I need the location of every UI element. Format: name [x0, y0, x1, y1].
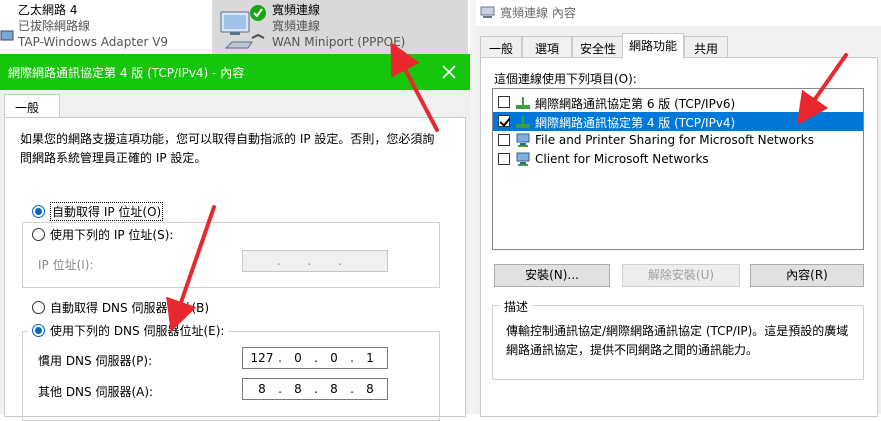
tab-general[interactable]: 一般 [4, 94, 60, 118]
uninstall-button[interactable]: 解除安裝(U) [622, 264, 740, 287]
items-label: 這個連線使用下列項目(O): [494, 72, 637, 86]
dns-octet: 127 [250, 351, 274, 365]
dns-octet: 8 [294, 382, 302, 396]
dns-manual-label: 使用下列的 DNS 伺服器位址(E): [50, 323, 225, 338]
list-item[interactable]: 網際網路通訊協定第 6 版 (TCP/IPv6) [493, 93, 863, 112]
tab-label: 一般 [15, 101, 40, 115]
dns-octet: 0 [294, 351, 302, 365]
dns-auto-option[interactable]: 自動取得 DNS 伺服器位址(B) [28, 298, 213, 316]
network-connections-strip: 乙太網路 4 已拔除網路線 TAP-Windows Adapter V9 寬頻連… [0, 0, 470, 54]
broadband-connection-icon [220, 5, 266, 49]
properties-button[interactable]: 內容(R) [750, 264, 864, 287]
preferred-dns-field[interactable]: 127 . 0 . 0 . 1 [242, 347, 388, 369]
ip-address-label: IP 位址(I): [38, 258, 94, 272]
dns-settings-group [22, 331, 440, 421]
tab-label: 一般 [488, 42, 513, 56]
item-label: Client for Microsoft Networks [535, 152, 709, 166]
tab-security[interactable]: 安全性 [572, 36, 624, 58]
description-legend: 描述 [500, 298, 533, 315]
tab-networking[interactable]: 網路功能 [622, 33, 684, 59]
item-checkbox[interactable] [498, 115, 510, 127]
dns-octet: 1 [366, 351, 374, 365]
ip-manual-option[interactable]: 使用下列的 IP 位址(S): [28, 225, 178, 243]
tab-label: 共用 [693, 42, 718, 56]
item-checkbox[interactable] [498, 134, 510, 146]
connection-item-broadband[interactable]: 寬頻連線 寬頻連線 WAN Miniport (PPPOE) [212, 0, 468, 54]
dialog-title: 網際網路通訊協定第 4 版 (TCP/IPv4) - 內容 [8, 66, 245, 80]
tab-options[interactable]: 選項 [522, 36, 572, 58]
connection-status: 已拔除網路線 [18, 19, 91, 33]
ip-auto-radio[interactable] [32, 204, 45, 218]
network-client-icon [516, 152, 530, 166]
ipv4-properties-dialog: 網際網路通訊協定第 4 版 (TCP/IPv4) - 內容 一般 如果您的網路支… [0, 54, 470, 421]
ip-manual-label: 使用下列的 IP 位址(S): [50, 227, 174, 242]
connection-status: 寬頻連線 [272, 19, 321, 33]
connection-title: 寬頻連線 [272, 3, 321, 17]
dns-octet: 8 [330, 382, 338, 396]
preferred-dns-label: 慣用 DNS 伺服器(P): [38, 354, 153, 368]
dns-manual-option[interactable]: 使用下列的 DNS 伺服器位址(E): [28, 321, 229, 339]
item-checkbox[interactable] [498, 153, 510, 165]
connection-item-ethernet[interactable]: 乙太網路 4 已拔除網路線 TAP-Windows Adapter V9 [0, 0, 212, 54]
ip-auto-option[interactable]: 自動取得 IP 位址(O) [28, 201, 168, 221]
connection-device: WAN Miniport (PPPOE) [272, 35, 406, 49]
protocol-icon [516, 116, 530, 128]
alternate-dns-label: 其他 DNS 伺服器(A): [38, 385, 154, 399]
broadband-properties-dialog: 寬頻連線 內容 一般 選項 安全性 網路功能 共用 這個連線使用下列項目(O):… [476, 0, 881, 417]
connection-title: 乙太網路 4 [18, 3, 78, 17]
dialog-description: 如果您的網路支援這項功能，您可以取得自動指派的 IP 設定。否則，您必須詢問網路… [20, 132, 435, 165]
ip-address-field[interactable]: . . . [242, 250, 388, 272]
item-label: 網際網路通訊協定第 6 版 (TCP/IPv6) [535, 97, 736, 111]
tab-label: 網路功能 [628, 39, 677, 53]
description-text: 傳輸控制通訊協定/網際網路通訊協定 (TCP/IP)。這是預設的廣域網路通訊協定… [506, 324, 849, 357]
list-item[interactable]: Client for Microsoft Networks [493, 150, 863, 169]
dns-octet: 0 [330, 351, 338, 365]
item-checkbox[interactable] [498, 96, 510, 108]
alternate-dns-field[interactable]: 8 . 8 . 8 . 8 [242, 378, 388, 400]
dialog-titlebar[interactable]: 寬頻連線 內容 [476, 0, 881, 26]
connection-icon [480, 6, 495, 18]
tab-sharing[interactable]: 共用 [684, 36, 728, 58]
dns-manual-radio[interactable] [32, 323, 45, 337]
tab-label: 選項 [534, 42, 559, 56]
dialog-titlebar[interactable]: 網際網路通訊協定第 4 版 (TCP/IPv4) - 內容 [0, 54, 470, 90]
install-button[interactable]: 安裝(N)... [494, 264, 610, 287]
ip-address-value: . . . [277, 254, 342, 268]
close-icon[interactable] [440, 63, 458, 81]
dialog-title: 寬頻連線 內容 [500, 6, 576, 20]
connection-device: TAP-Windows Adapter V9 [18, 35, 169, 49]
list-item[interactable]: File and Printer Sharing for Microsoft N… [493, 131, 863, 150]
tab-label: 安全性 [579, 42, 616, 56]
connection-items-list[interactable]: 網際網路通訊協定第 6 版 (TCP/IPv6) 網際網路通訊協定第 4 版 (… [492, 88, 864, 250]
tab-general[interactable]: 一般 [480, 36, 522, 58]
item-label: File and Printer Sharing for Microsoft N… [535, 133, 814, 147]
ip-auto-label: 自動取得 IP 位址(O) [50, 201, 164, 221]
network-adapter-icon [0, 30, 14, 41]
ip-manual-radio[interactable] [32, 227, 45, 241]
dns-octet: 8 [258, 382, 266, 396]
list-item[interactable]: 網際網路通訊協定第 4 版 (TCP/IPv4) [493, 112, 863, 131]
dns-auto-label: 自動取得 DNS 伺服器位址(B) [50, 300, 210, 315]
dns-octet: 8 [366, 382, 374, 396]
protocol-icon [516, 97, 530, 109]
item-label: 網際網路通訊協定第 4 版 (TCP/IPv4) [535, 116, 736, 130]
network-service-icon [516, 133, 530, 147]
dns-auto-radio[interactable] [32, 300, 45, 314]
